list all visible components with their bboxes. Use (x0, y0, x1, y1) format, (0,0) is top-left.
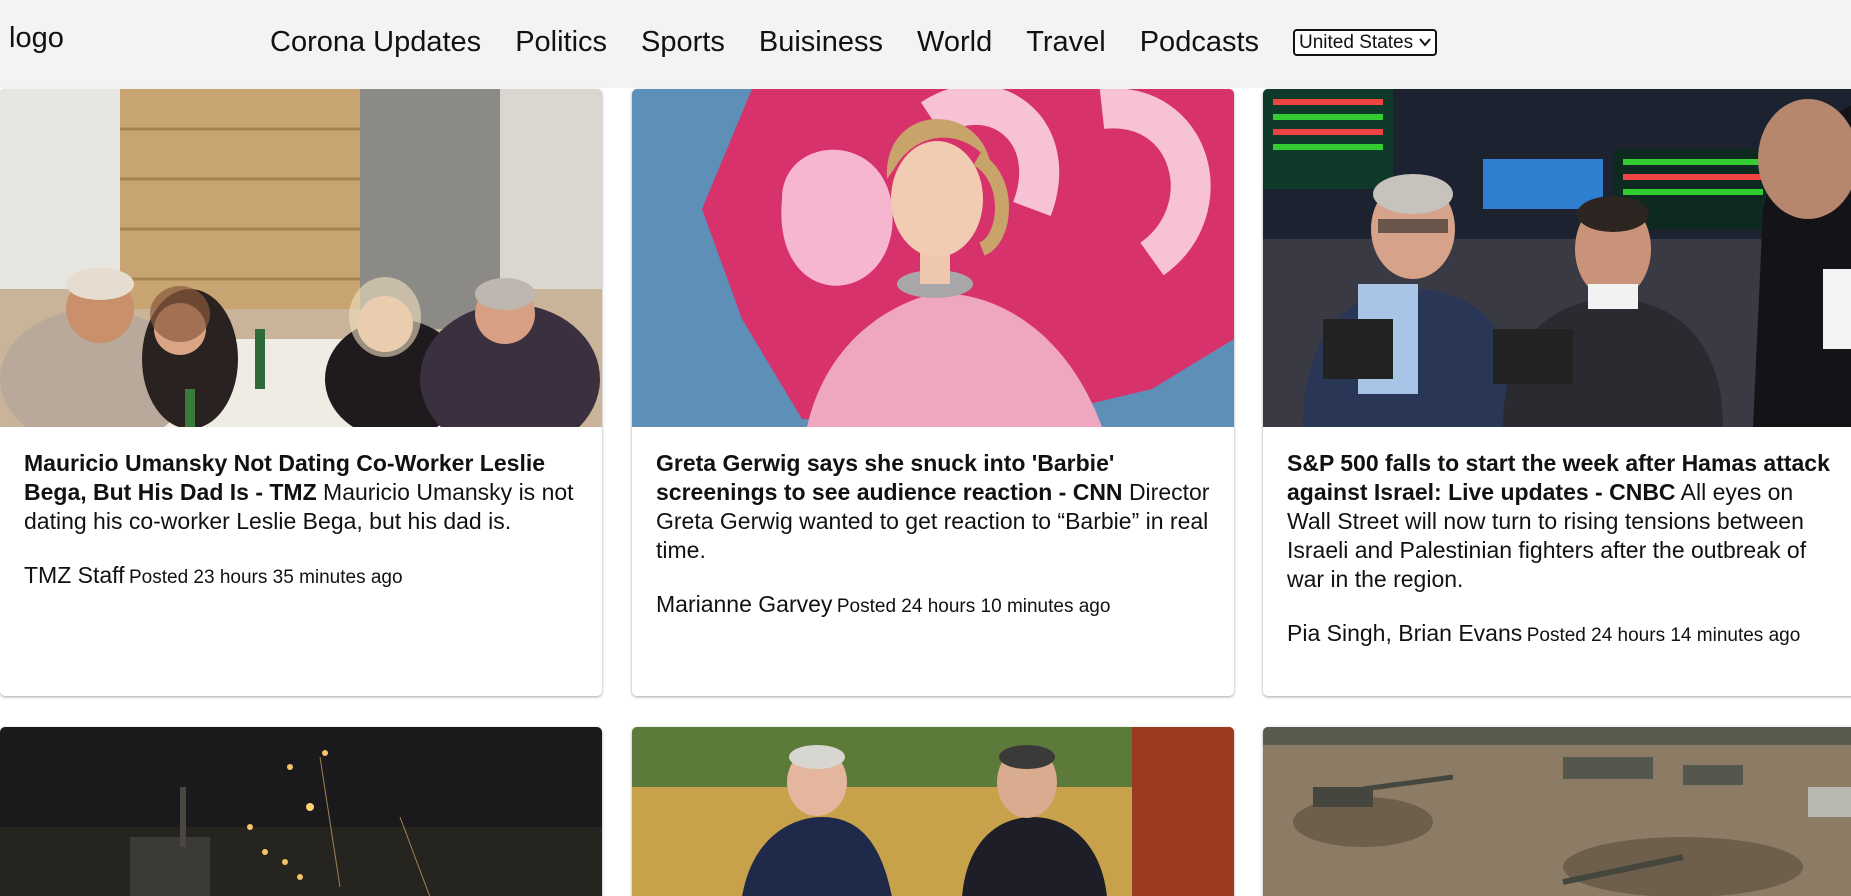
article-meta: Marianne Garvey Posted 24 hours 10 minut… (656, 591, 1210, 618)
top-navigation-bar: logo Corona Updates Politics Sports Buis… (0, 0, 1851, 88)
chevron-down-icon (1419, 37, 1431, 47)
article-image[interactable] (0, 89, 602, 427)
nav-link-world[interactable]: World (917, 26, 992, 59)
article-posted-time: Posted 24 hours 14 minutes ago (1526, 625, 1801, 646)
article-meta: Pia Singh, Brian Evans Posted 24 hours 1… (1287, 620, 1841, 647)
article-card[interactable] (632, 727, 1234, 896)
article-card[interactable]: S&P 500 falls to start the week after Ha… (1263, 89, 1851, 696)
article-image[interactable] (0, 727, 602, 896)
article-author: Marianne Garvey (656, 591, 833, 617)
country-select-value: United States (1299, 31, 1414, 53)
article-image[interactable] (1263, 89, 1851, 427)
article-card[interactable]: Greta Gerwig says she snuck into 'Barbie… (632, 89, 1234, 696)
article-card[interactable] (1263, 727, 1851, 896)
article-body: Mauricio Umansky Not Dating Co-Worker Le… (0, 427, 602, 589)
article-image[interactable] (632, 89, 1234, 427)
country-select[interactable]: United States (1293, 28, 1438, 56)
article-image[interactable] (632, 727, 1234, 896)
article-text: Mauricio Umansky Not Dating Co-Worker Le… (24, 449, 578, 536)
article-posted-time: Posted 23 hours 35 minutes ago (129, 567, 403, 588)
article-card[interactable]: Mauricio Umansky Not Dating Co-Worker Le… (0, 89, 602, 696)
nav-link-podcasts[interactable]: Podcasts (1140, 26, 1259, 59)
nav-link-business[interactable]: Buisiness (759, 26, 883, 59)
article-image[interactable] (1263, 727, 1851, 896)
article-body: S&P 500 falls to start the week after Ha… (1263, 427, 1851, 647)
article-body: Greta Gerwig says she snuck into 'Barbie… (632, 427, 1234, 618)
article-posted-time: Posted 24 hours 10 minutes ago (836, 596, 1111, 617)
article-title[interactable]: Greta Gerwig says she snuck into 'Barbie… (656, 450, 1123, 505)
article-text: Greta Gerwig says she snuck into 'Barbie… (656, 449, 1210, 565)
article-meta: TMZ Staff Posted 23 hours 35 minutes ago (24, 562, 578, 589)
nav-link-corona-updates[interactable]: Corona Updates (270, 26, 481, 59)
article-card[interactable] (0, 727, 602, 896)
article-text: S&P 500 falls to start the week after Ha… (1287, 449, 1841, 594)
site-logo[interactable]: logo (9, 22, 64, 55)
article-author: Pia Singh, Brian Evans (1287, 620, 1523, 646)
article-author: TMZ Staff (24, 562, 125, 588)
main-nav: Corona Updates Politics Sports Buisiness… (270, 20, 1438, 64)
nav-link-politics[interactable]: Politics (515, 26, 607, 59)
nav-link-travel[interactable]: Travel (1026, 26, 1106, 59)
nav-link-sports[interactable]: Sports (641, 26, 725, 59)
